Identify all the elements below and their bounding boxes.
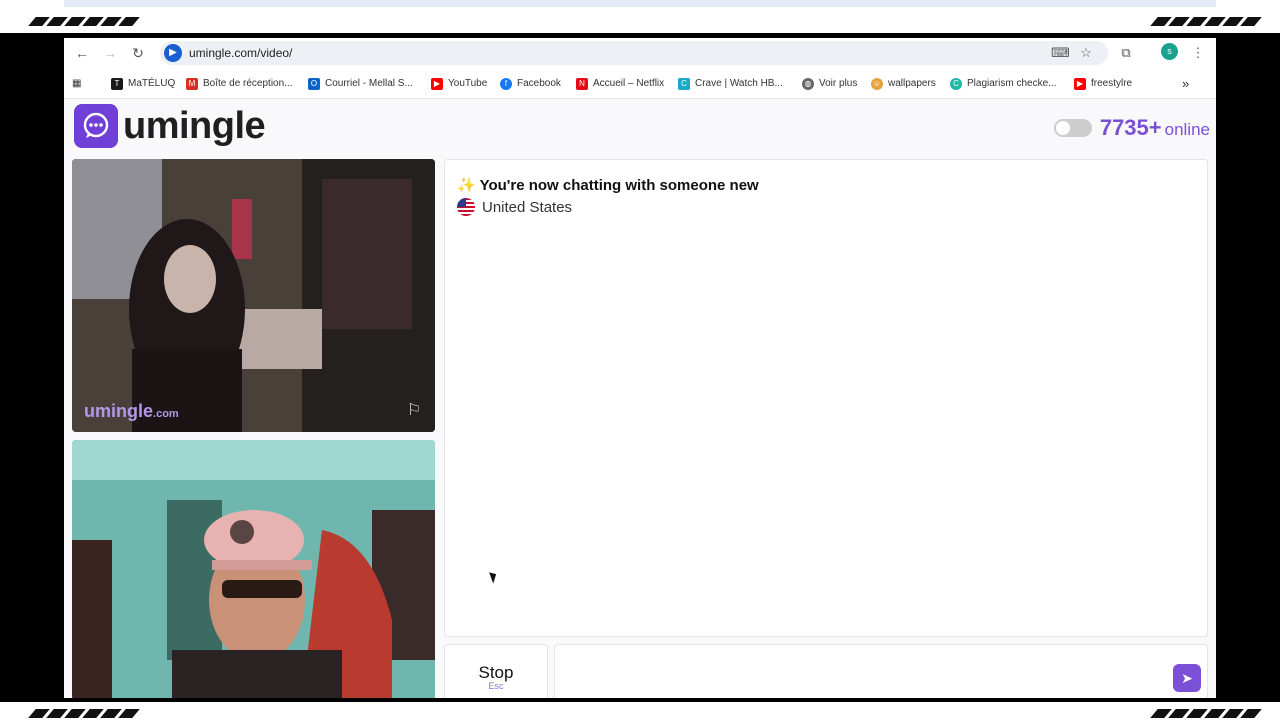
youtube-icon: ▶ (431, 77, 443, 90)
teluq-icon: T (111, 77, 123, 90)
bookmark-label: Plagiarism checke... (967, 78, 1057, 89)
bookmark-item[interactable]: C Crave | Watch HB... (678, 76, 783, 91)
back-icon[interactable]: ← (72, 43, 92, 63)
online-count: 7735+ (1099, 115, 1162, 140)
theme-toggle[interactable] (1053, 119, 1092, 137)
translate-icon[interactable]: ⌨ (1051, 44, 1070, 62)
bookmarks-bar: ▦ T MaTÉLUQ M Boîte de réception... O Courr… (64, 68, 1216, 99)
stranger-video-frame (72, 159, 435, 432)
bookmark-label: freestylre (1091, 78, 1133, 89)
youtube-icon: ▶ (1074, 77, 1086, 90)
screen-top-band (0, 0, 1280, 33)
decor-stripes-tr (1150, 17, 1262, 26)
site-info-icon[interactable]: ▶ (164, 44, 182, 62)
bookmark-item[interactable]: O Courriel - Mellal S... (308, 76, 413, 91)
self-video-frame (72, 440, 435, 698)
umingle-page: umingle 7735+ online umingle.com ⚐ ✨ You… (64, 99, 1216, 698)
crave-icon: C (678, 77, 690, 90)
apps-grid-icon[interactable]: ▦ (72, 76, 81, 91)
bookmark-star-icon[interactable]: ☆ (1077, 44, 1095, 62)
bookmark-label: Crave | Watch HB... (695, 78, 783, 89)
url-text[interactable]: umingle.com/video/ (189, 45, 292, 61)
menu-kebab-icon[interactable]: ⋮ (1189, 44, 1207, 62)
stranger-video: umingle.com ⚐ (72, 159, 435, 432)
netflix-icon: N (576, 77, 588, 90)
facebook-icon: f (500, 77, 512, 90)
forward-icon[interactable]: → (100, 43, 120, 63)
stop-button[interactable]: Stop Esc (444, 644, 548, 698)
address-bar: ← → ↻ ▶ umingle.com/video/ ⌨ ☆ ⧉ s ⋮ (64, 38, 1216, 68)
country-label: United States (482, 198, 573, 216)
stop-label: Stop (478, 663, 514, 682)
umingle-logo[interactable]: umingle (74, 104, 266, 148)
globe-icon: ◍ (802, 77, 814, 90)
profile-avatar[interactable]: s (1161, 43, 1178, 60)
bookmark-label: Facebook (517, 78, 561, 89)
outlook-icon: O (308, 77, 320, 90)
gmail-icon: M (186, 77, 198, 90)
bookmark-item[interactable]: C Plagiarism checke... (950, 76, 1056, 91)
send-icon[interactable]: ➤ (1173, 664, 1201, 692)
bookmark-item[interactable]: M Boîte de réception... (186, 76, 293, 91)
decor-stripes-bl (28, 709, 140, 718)
screen-bottom-band (0, 702, 1280, 720)
report-flag-icon[interactable]: ⚐ (403, 402, 425, 420)
bookmark-item[interactable]: f Facebook (500, 76, 561, 91)
reload-icon[interactable]: ↻ (128, 43, 148, 63)
stranger-country: United States (457, 198, 572, 216)
wallpapers-icon: ☺ (871, 77, 883, 90)
bookmark-label: Boîte de réception... (203, 78, 293, 89)
stop-shortcut: Esc (488, 681, 504, 691)
decor-stripes-tl (28, 17, 140, 26)
chat-bubble-icon (74, 104, 118, 148)
top-strip (64, 0, 1216, 7)
bookmark-label: Voir plus (819, 78, 858, 89)
online-indicator: 7735+ online (1053, 115, 1210, 141)
bookmark-item[interactable]: N Accueil – Netflix (576, 76, 664, 91)
umingle-watermark: umingle.com (84, 401, 179, 421)
bookmarks-overflow-icon[interactable]: » (1182, 76, 1189, 91)
message-input[interactable] (565, 655, 1169, 687)
online-label: online (1164, 120, 1210, 139)
bookmark-label: wallpapers (888, 78, 936, 89)
bookmark-item[interactable]: ◍ Voir plus (802, 76, 857, 91)
bookmark-label: MaTÉLUQ (128, 78, 176, 89)
bookmark-item[interactable]: T MaTÉLUQ (111, 76, 175, 91)
bookmark-item[interactable]: ▶ YouTube (431, 76, 487, 91)
bookmark-label: Accueil – Netflix (593, 78, 665, 89)
bookmark-label: YouTube (448, 78, 488, 89)
logo-text: umingle (123, 104, 266, 147)
chat-status-message: ✨ You're now chatting with someone new (457, 177, 759, 194)
browser-window: ← → ↻ ▶ umingle.com/video/ ⌨ ☆ ⧉ s ⋮ ▦ T… (64, 38, 1216, 698)
bookmark-item[interactable]: ▶ freestylre (1074, 76, 1132, 91)
bookmark-label: Courriel - Mellal S... (325, 78, 413, 89)
bookmark-item[interactable]: ☺ wallpapers (871, 76, 936, 91)
decor-stripes-br (1150, 709, 1262, 718)
message-box: ➤ (554, 644, 1208, 698)
chat-panel: ✨ You're now chatting with someone new U… (444, 159, 1208, 637)
self-video (72, 440, 435, 698)
omnibox[interactable]: ▶ umingle.com/video/ (160, 41, 1108, 65)
plagiarism-icon: C (950, 77, 962, 90)
extensions-icon[interactable]: ⧉ (1117, 44, 1135, 62)
us-flag-icon (457, 198, 475, 216)
